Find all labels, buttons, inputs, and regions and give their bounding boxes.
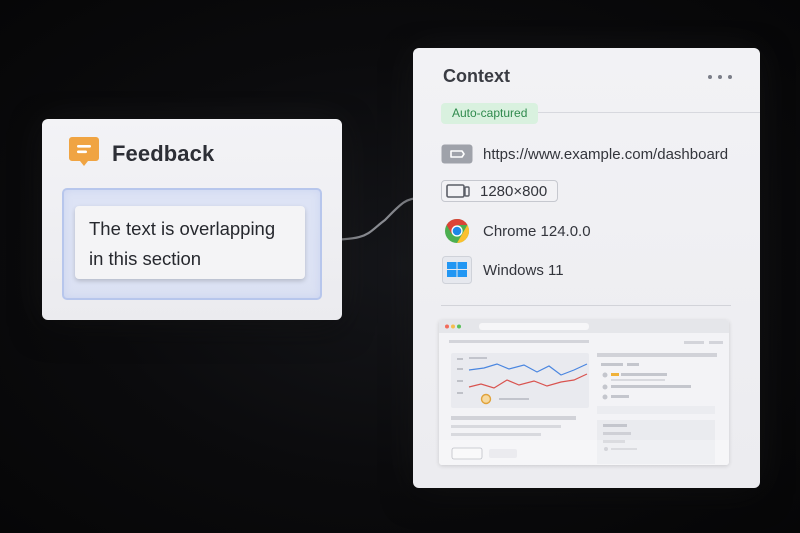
- resolution-value: 1280×800: [480, 182, 548, 200]
- divider: [441, 305, 731, 306]
- browser-row: Chrome 124.0.0: [441, 216, 591, 246]
- page-screenshot-thumbnail[interactable]: [439, 320, 729, 465]
- os-value: Windows 11: [483, 261, 564, 279]
- resolution-row: 1280×800: [441, 176, 559, 206]
- feedback-message-line-1: The text is overlapping: [89, 218, 276, 239]
- os-row: Windows 11: [441, 255, 564, 285]
- link-icon: [441, 139, 473, 169]
- context-title: Context: [443, 66, 510, 86]
- chrome-icon: [441, 216, 473, 246]
- windows-icon: [441, 255, 473, 285]
- url-value: https://www.example.com/dashboard: [483, 145, 729, 163]
- chat-bubble-icon: [68, 135, 100, 167]
- auto-captured-badge: Auto-captured: [441, 103, 539, 124]
- browser-value: Chrome 124.0.0: [483, 222, 591, 240]
- more-options-icon[interactable]: [706, 66, 734, 88]
- url-row: https://www.example.com/dashboard: [441, 139, 728, 169]
- feedback-message-line-2: in this section: [89, 248, 202, 269]
- feedback-title: Feedback: [112, 141, 215, 166]
- monitor-icon: [446, 176, 470, 206]
- feedback-message[interactable]: The text is overlapping in this section: [75, 206, 305, 279]
- resolution-box: 1280×800: [441, 180, 559, 202]
